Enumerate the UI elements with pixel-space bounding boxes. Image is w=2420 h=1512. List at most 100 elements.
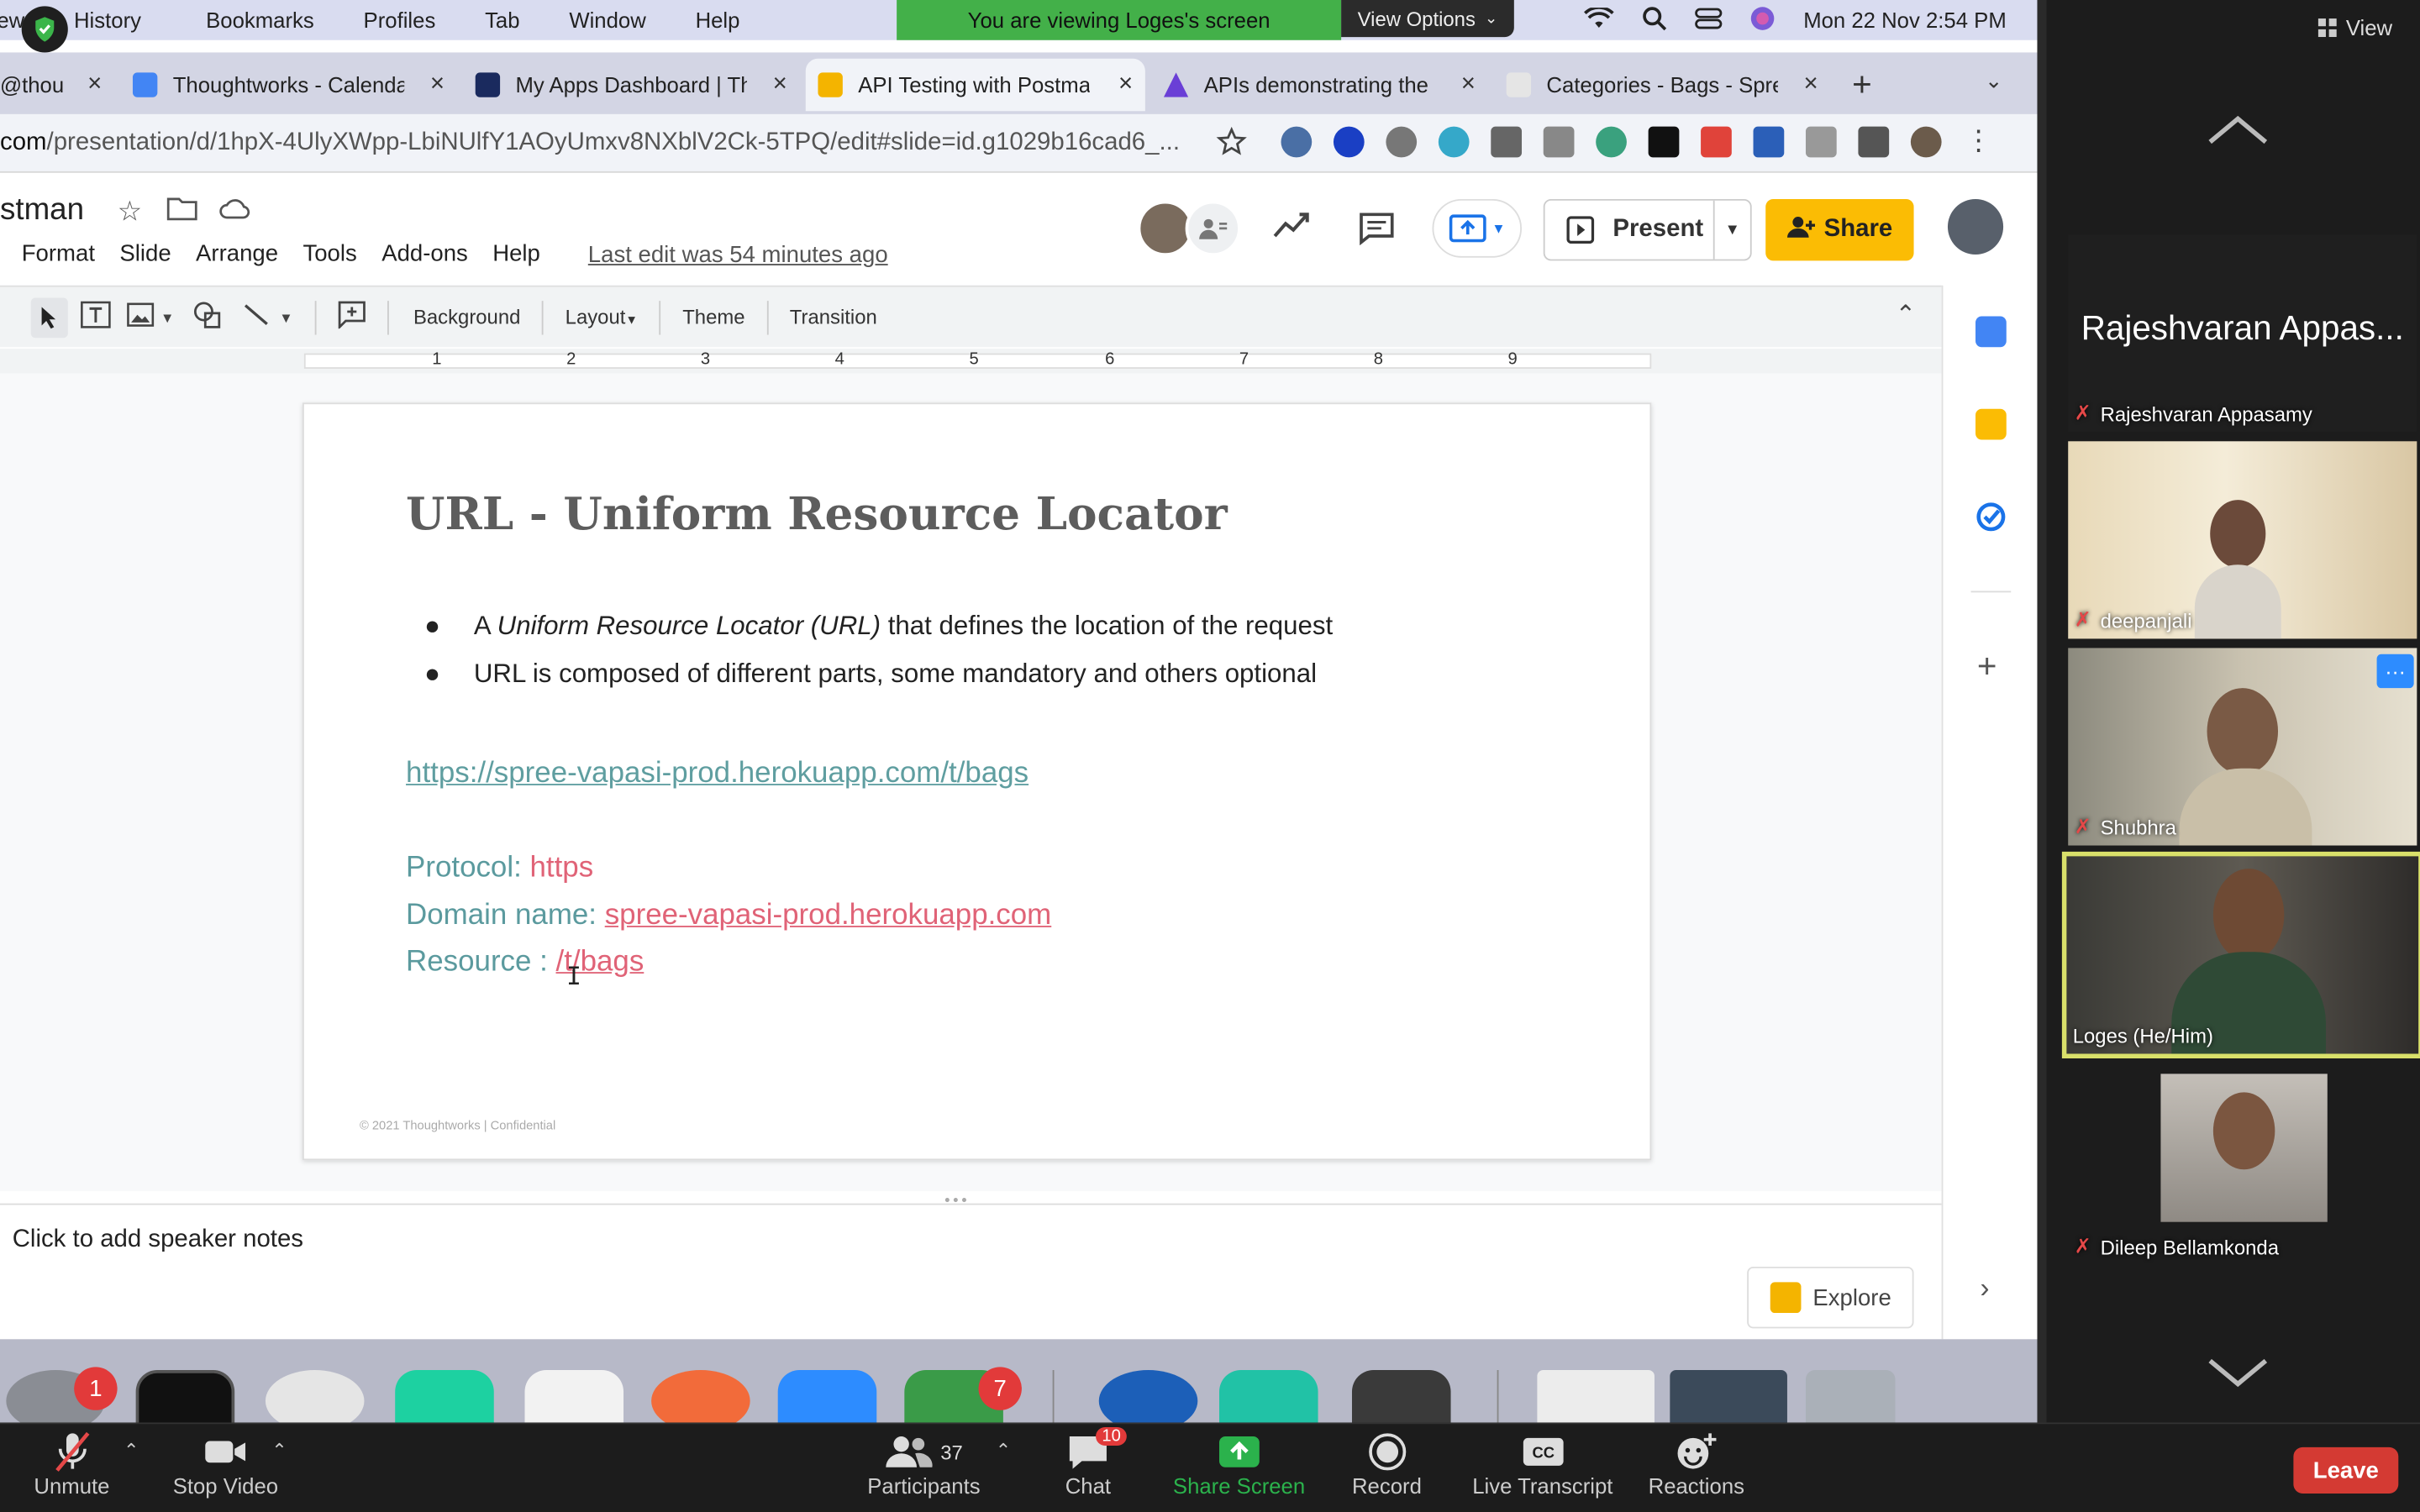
tab-gmail[interactable]: @thou × xyxy=(0,59,114,111)
speaker-notes-field[interactable]: Click to add speaker notes xyxy=(13,1226,303,1254)
textedit-icon[interactable] xyxy=(524,1370,624,1423)
tab-search-chevron-icon[interactable]: ⌄ xyxy=(1985,68,2003,94)
tab-api-testing[interactable]: API Testing with Postma × xyxy=(805,58,1145,112)
explore-button[interactable]: Explore xyxy=(1747,1266,1914,1329)
close-icon[interactable]: × xyxy=(1118,71,1133,98)
last-edit-link[interactable]: Last edit was 54 minutes ago xyxy=(588,242,888,268)
participants-button[interactable]: 37 Participants xyxy=(867,1431,981,1498)
participant-tile[interactable]: ✗ Dileep Bellamkonda xyxy=(2068,1068,2417,1266)
add-addon-icon[interactable]: + xyxy=(1977,647,1997,687)
extension-icon[interactable] xyxy=(1805,126,1837,158)
minimized-window-thumbnail[interactable] xyxy=(1537,1370,1655,1423)
line-icon[interactable] xyxy=(242,301,270,333)
siri-icon[interactable] xyxy=(1751,5,1776,34)
tasks-icon[interactable] xyxy=(1975,501,2007,533)
collaborators-icon[interactable] xyxy=(1185,200,1241,256)
extension-icon[interactable] xyxy=(1596,126,1627,158)
bookmark-star-icon[interactable] xyxy=(1216,126,1247,165)
extension-icon[interactable] xyxy=(1438,126,1470,158)
menu-format[interactable]: Format xyxy=(22,241,95,267)
move-folder-icon[interactable] xyxy=(166,196,197,228)
add-comment-icon[interactable] xyxy=(338,301,366,333)
protocol-line[interactable]: Protocol: https xyxy=(406,852,593,885)
calendar-icon[interactable] xyxy=(1975,316,2007,348)
account-avatar[interactable] xyxy=(1947,198,2004,255)
caret-down-icon[interactable]: ▼ xyxy=(160,309,174,324)
record-button[interactable]: Record xyxy=(1352,1431,1422,1498)
extension-icon[interactable] xyxy=(1701,126,1732,158)
background-button[interactable]: Background xyxy=(413,306,520,329)
camera-extension-icon[interactable] xyxy=(1543,126,1575,158)
menu-arrange[interactable]: Arrange xyxy=(196,241,278,267)
menu-help[interactable]: Help xyxy=(696,8,740,32)
profile-avatar[interactable] xyxy=(1910,126,1942,158)
participant-tile[interactable]: ✗ deepanjali xyxy=(2068,441,2417,639)
date-time[interactable]: Mon 22 Nov 2:54 PM xyxy=(1803,8,2007,32)
menu-help[interactable]: Help xyxy=(492,241,540,267)
participant-tile-active-speaker[interactable]: Loges (He/Him) xyxy=(2061,851,2420,1059)
view-options-button[interactable]: View Options ⌄ xyxy=(1341,0,1514,38)
activity-trend-icon[interactable] xyxy=(1271,212,1312,247)
participant-tile[interactable]: Rajeshvaran Appas... ✗ Rajeshvaran Appasa… xyxy=(2068,234,2417,433)
menu-history[interactable]: History xyxy=(74,8,141,32)
menu-bookmarks[interactable]: Bookmarks xyxy=(206,8,314,32)
extension-icon[interactable] xyxy=(1491,126,1523,158)
tab-apps-dashboard[interactable]: My Apps Dashboard | Th × xyxy=(463,59,799,111)
cloud-status-icon[interactable] xyxy=(219,196,250,228)
unmute-button[interactable]: Unmute xyxy=(34,1431,109,1498)
menu-tools[interactable]: Tools xyxy=(302,241,356,267)
more-options-icon[interactable]: … xyxy=(2376,654,2414,689)
minimized-window-thumbnail[interactable] xyxy=(1670,1370,1787,1423)
close-icon[interactable]: × xyxy=(773,71,787,98)
1password-icon[interactable] xyxy=(1098,1370,1198,1423)
transition-button[interactable]: Transition xyxy=(790,306,877,329)
spotlight-search-icon[interactable] xyxy=(1643,5,1668,34)
close-icon[interactable]: × xyxy=(1804,71,1818,98)
zoom-app-icon[interactable] xyxy=(777,1370,877,1423)
view-button[interactable]: View xyxy=(2317,15,2392,40)
caret-down-icon[interactable]: ▼ xyxy=(279,309,292,324)
collapse-toolbar-icon[interactable]: ⌃ xyxy=(1896,299,1917,330)
close-icon[interactable]: × xyxy=(1461,71,1476,98)
insert-image-icon[interactable] xyxy=(127,302,155,332)
terminal-icon[interactable] xyxy=(135,1370,235,1423)
slide-title[interactable]: URL - Uniform Resource Locator xyxy=(406,487,1228,539)
reactions-button[interactable]: Reactions xyxy=(1649,1431,1744,1498)
menu-slide[interactable]: Slide xyxy=(119,241,171,267)
tab-calendar[interactable]: Thoughtworks - Calenda × xyxy=(120,59,456,111)
extension-icon[interactable] xyxy=(1753,126,1785,158)
gallery-scroll-up-icon[interactable] xyxy=(2207,114,2269,153)
trash-icon[interactable] xyxy=(1805,1370,1896,1423)
example-url-link[interactable]: https://spree-vapasi-prod.herokuapp.com/… xyxy=(406,758,1028,791)
document-title[interactable]: stman xyxy=(0,193,84,228)
participants-options-caret-icon[interactable]: ⌃ xyxy=(996,1440,1011,1462)
menu-tab[interactable]: Tab xyxy=(485,8,519,32)
slide[interactable]: URL - Uniform Resource Locator ● A Unifo… xyxy=(302,402,1652,1161)
tab-apis-demo[interactable]: APIs demonstrating the × xyxy=(1151,59,1487,111)
new-tab-icon[interactable]: + xyxy=(1852,65,1872,105)
select-arrow-icon[interactable] xyxy=(30,297,68,338)
live-transcript-button[interactable]: CC Live Transcript xyxy=(1472,1431,1612,1498)
theme-button[interactable]: Theme xyxy=(682,306,744,329)
meet-present-button[interactable]: ▼ xyxy=(1432,198,1523,258)
domain-line[interactable]: Domain name: spree-vapasi-prod.herokuapp… xyxy=(406,900,1051,933)
url-field[interactable]: com /presentation/d/1hpX-4UlyXWpp-LbiNUl… xyxy=(0,120,1258,166)
shape-icon[interactable] xyxy=(192,301,221,333)
menu-add-ons[interactable]: Add-ons xyxy=(381,241,468,267)
close-icon[interactable]: × xyxy=(87,71,102,98)
extension-icon[interactable] xyxy=(1386,126,1418,158)
stop-video-button[interactable]: Stop Video xyxy=(173,1431,278,1498)
extension-icon[interactable] xyxy=(1333,126,1365,158)
control-center-icon[interactable] xyxy=(1696,7,1723,33)
puzzle-icon[interactable] xyxy=(1858,126,1890,158)
chevron-right-icon[interactable]: › xyxy=(1981,1273,1990,1305)
audio-options-caret-icon[interactable]: ⌃ xyxy=(124,1440,139,1462)
video-options-caret-icon[interactable]: ⌃ xyxy=(271,1440,287,1462)
more-vertical-icon[interactable]: ⋮ xyxy=(1963,127,1994,158)
gallery-scroll-down-icon[interactable] xyxy=(2207,1357,2269,1396)
chrome-icon[interactable] xyxy=(265,1370,365,1423)
present-button[interactable]: Present ▼ xyxy=(1543,198,1752,261)
postman-icon[interactable] xyxy=(651,1370,750,1423)
caret-down-icon[interactable]: ▼ xyxy=(1712,200,1750,260)
layout-button[interactable]: Layout▼ xyxy=(566,306,638,329)
